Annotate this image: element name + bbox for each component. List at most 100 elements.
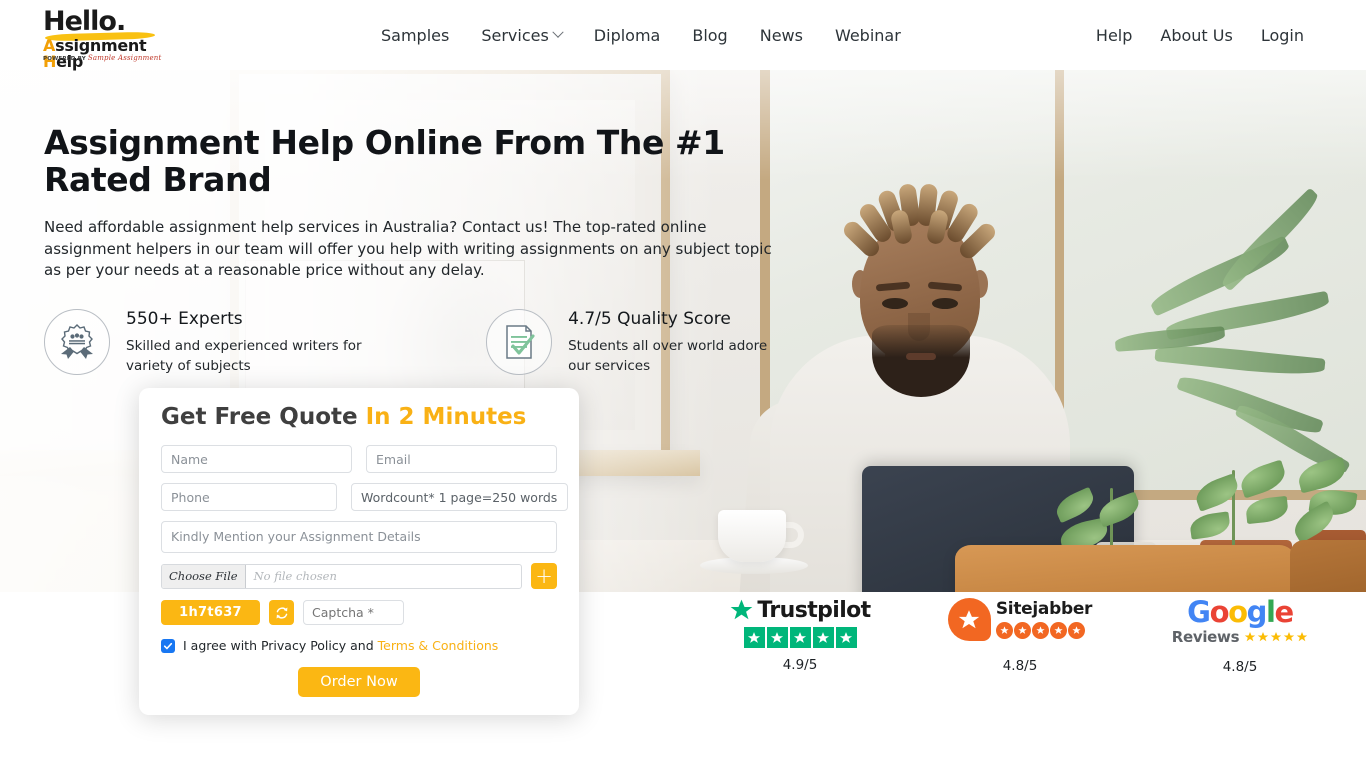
feature-heading: 550+ Experts (126, 309, 243, 330)
agree-checkbox[interactable] (161, 638, 175, 653)
trustpilot-star-icon (731, 599, 753, 620)
document-check-icon (486, 309, 553, 376)
award-ribbon-icon (44, 309, 110, 376)
sitejabber-logo: Sitejabber (925, 598, 1115, 641)
google-letter: g (1246, 595, 1268, 629)
star-icon (1284, 632, 1295, 642)
star-icon (812, 627, 834, 648)
add-file-button[interactable]: + (531, 563, 557, 589)
nav-label: About Us (1160, 25, 1233, 45)
agree-row: I agree with Privacy Policy and Terms & … (161, 638, 557, 653)
hero-subtitle: Need affordable assignment help services… (44, 217, 772, 280)
name-input[interactable] (161, 445, 352, 473)
photo-chair-back (955, 545, 1295, 592)
form-title: Get Free Quote In 2 Minutes (161, 404, 557, 430)
captcha-input[interactable] (303, 600, 404, 625)
star-icon (1013, 621, 1031, 639)
logo-hello-text: Hello. (43, 8, 126, 35)
review-google[interactable]: Google Reviews 4.8/5 (1145, 598, 1335, 675)
hero-content: Assignment Help Online From The #1 Rated… (44, 124, 784, 377)
nav-label: Help (1095, 25, 1133, 45)
google-logo: Google (1145, 598, 1335, 627)
form-row-details (161, 521, 557, 553)
review-badges: Trustpilot 4.9/5 Sitejabber 4.8/5 Google… (690, 598, 1350, 698)
photo-person-eye-left (882, 298, 908, 309)
sitejabber-score: 4.8/5 (1002, 658, 1038, 674)
nav-item-help[interactable]: Help (1082, 26, 1146, 45)
nav-label: Services (481, 25, 549, 45)
assignment-details-textarea[interactable] (161, 521, 557, 553)
form-title-highlight: In 2 Minutes (365, 404, 527, 430)
nav-item-diploma[interactable]: Diploma (578, 26, 677, 45)
feature-body: Skilled and experienced writers for vari… (126, 338, 362, 375)
photo-chair-far (1290, 540, 1366, 592)
review-sitejabber[interactable]: Sitejabber 4.8/5 (925, 598, 1115, 674)
nav-item-login[interactable]: Login (1247, 26, 1304, 45)
secondary-navigation: Help About Us Login (1082, 0, 1304, 70)
google-letter: G (1187, 595, 1211, 629)
star-icon (1245, 632, 1256, 642)
nav-label: Blog (692, 25, 728, 45)
nav-item-blog[interactable]: Blog (676, 26, 743, 45)
trustpilot-stars (705, 627, 895, 648)
star-icon (1271, 632, 1282, 642)
google-stars (1244, 631, 1308, 643)
photo-coffee-cup (718, 510, 786, 562)
star-icon (1067, 621, 1085, 639)
nav-label: News (759, 25, 803, 45)
nav-item-about-us[interactable]: About Us (1146, 26, 1246, 45)
choose-file-button[interactable]: Choose File (162, 564, 246, 588)
hero-feature-list: 550+ Experts Skilled and experienced wri… (44, 309, 784, 377)
nav-label: Samples (381, 25, 450, 45)
form-title-main: Get Free Quote (161, 404, 358, 430)
photo-person-hair (840, 182, 999, 270)
feature-body: Students all over world adore our servic… (568, 338, 768, 375)
site-logo[interactable]: Hello. Assignment Help POWERED BY Sample… (43, 8, 178, 70)
google-reviews-row: Reviews (1145, 628, 1335, 646)
star-icon (1297, 632, 1308, 642)
order-now-button[interactable]: Order Now (298, 667, 420, 697)
google-letter: e (1274, 595, 1295, 629)
star-icon (766, 627, 788, 648)
sitejabber-bubble-icon (947, 598, 991, 641)
star-icon (789, 627, 811, 648)
phone-input[interactable] (161, 483, 337, 511)
google-letter: o (1228, 595, 1248, 629)
feature-quality-score: 4.7/5 Quality Score Students all over wo… (486, 309, 784, 377)
feature-text: 550+ Experts Skilled and experienced wri… (126, 309, 406, 377)
google-letter: o (1209, 595, 1230, 629)
star-icon (1031, 621, 1049, 639)
nav-label: Login (1260, 25, 1304, 45)
star-icon (835, 627, 857, 648)
terms-conditions-link[interactable]: Terms & Conditions (378, 638, 499, 653)
star-icon (743, 627, 765, 648)
form-row-file: Choose File No file chosen + (161, 563, 557, 589)
site-header: Hello. Assignment Help POWERED BY Sample… (0, 0, 1366, 70)
review-trustpilot[interactable]: Trustpilot 4.9/5 (705, 598, 895, 673)
feature-text: 4.7/5 Quality Score Students all over wo… (568, 309, 784, 377)
nav-item-samples[interactable]: Samples (381, 26, 465, 45)
email-input[interactable] (366, 445, 557, 473)
star-icon (1049, 621, 1067, 639)
logo-brand-name: Sample Assignment (87, 54, 162, 62)
wordcount-select[interactable]: Wordcount* 1 page=250 words (351, 483, 568, 511)
refresh-icon[interactable] (269, 600, 294, 625)
star-icon (995, 621, 1013, 639)
captcha-code: 1h7t637 (161, 600, 260, 625)
trustpilot-name: Trustpilot (757, 598, 871, 623)
form-row-captcha: 1h7t637 (161, 600, 557, 625)
form-row-phone-wordcount: Wordcount* 1 page=250 words (161, 483, 568, 511)
file-input[interactable]: Choose File No file chosen (161, 563, 522, 589)
sitejabber-text-block: Sitejabber (995, 600, 1092, 639)
star-icon (1258, 632, 1269, 642)
feature-experts: 550+ Experts Skilled and experienced wri… (44, 309, 406, 377)
nav-item-news[interactable]: News (744, 26, 819, 45)
file-name-label: No file chosen (253, 569, 337, 583)
nav-item-services[interactable]: Services (465, 26, 577, 45)
nav-item-webinar[interactable]: Webinar (819, 26, 917, 45)
main-navigation: Samples Services Diploma Blog News Webin… (381, 0, 917, 70)
photo-person-eye-right (932, 298, 958, 309)
sitejabber-stars (995, 621, 1085, 639)
photo-person-mouth (906, 353, 936, 360)
trustpilot-logo: Trustpilot (705, 598, 895, 623)
